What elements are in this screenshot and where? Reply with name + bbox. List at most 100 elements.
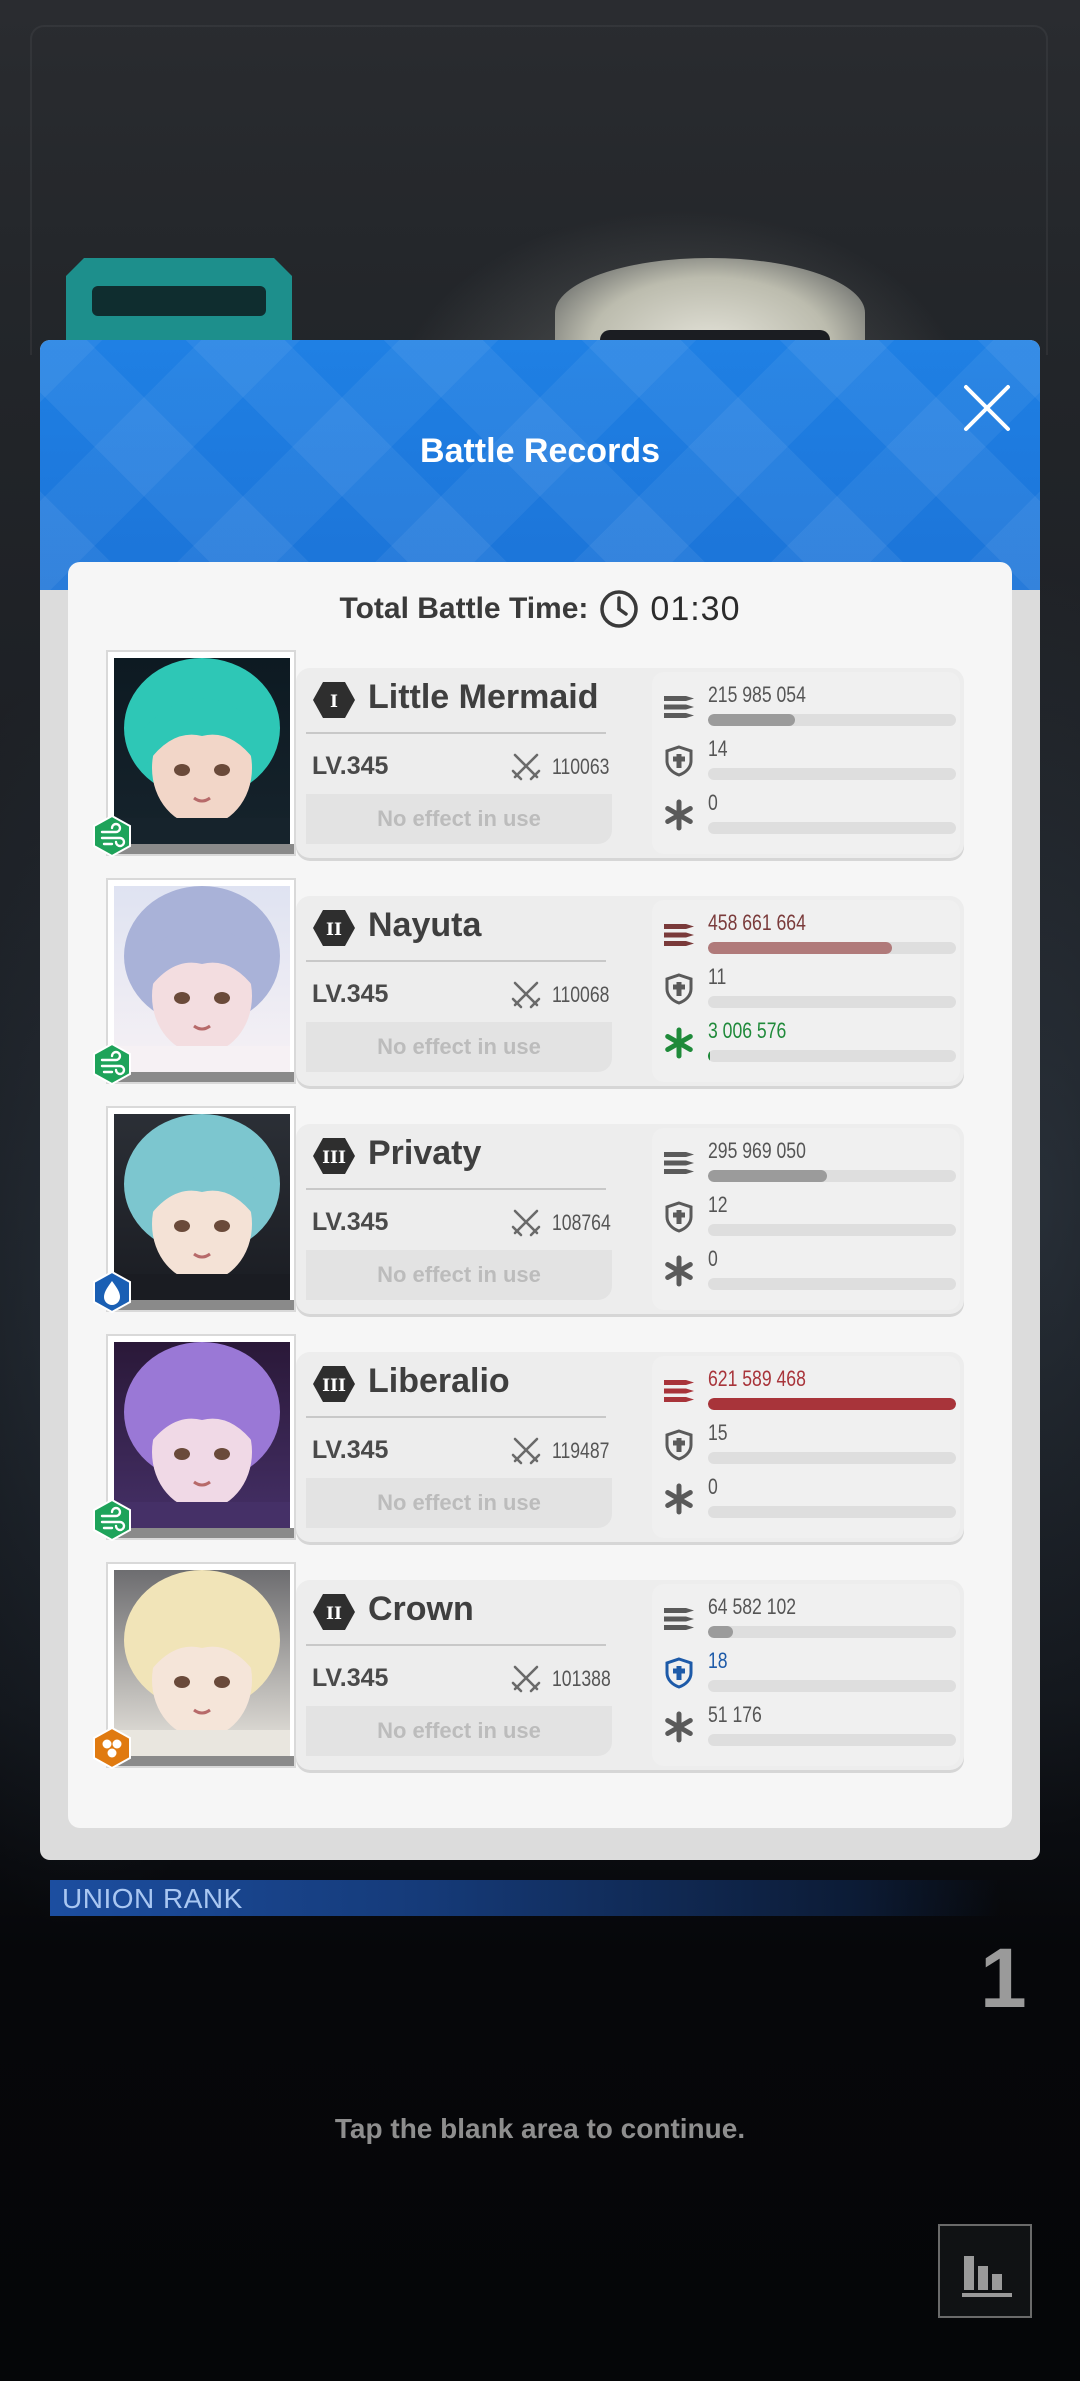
effect-status: No effect in use	[306, 1706, 612, 1756]
damage-stat: 295 969 050	[652, 1136, 960, 1186]
name-divider	[306, 1644, 606, 1646]
shield-value: 18	[708, 1648, 728, 1673]
shield-stat: 18	[652, 1646, 960, 1696]
shield-bar	[708, 1224, 956, 1236]
character-image	[114, 1114, 290, 1300]
heal-bar	[708, 1278, 956, 1290]
character-level: LV.345	[312, 752, 389, 780]
record-card: 458 661 664 11 3 006 576 II Nayuta LV.34…	[93, 878, 968, 1090]
damage-bar	[708, 1170, 956, 1182]
portrait-bar	[108, 1528, 294, 1538]
bar-chart-icon	[962, 2256, 1012, 2297]
crossed-swords-icon	[511, 1209, 541, 1237]
shield-icon	[665, 1429, 693, 1461]
shield-stat: 12	[652, 1190, 960, 1240]
heal-stat: 0	[652, 788, 960, 838]
close-button[interactable]	[952, 373, 1022, 443]
shield-value: 15	[708, 1420, 728, 1445]
wind-element-icon	[93, 1042, 131, 1086]
combat-power: 110063	[552, 754, 610, 779]
wind-element-icon	[93, 1498, 131, 1542]
shield-value: 14	[708, 736, 728, 761]
damage-stat: 64 582 102	[652, 1592, 960, 1642]
name-divider	[306, 1188, 606, 1190]
character-image	[114, 1570, 290, 1756]
damage-bar	[708, 1626, 956, 1638]
damage-stat: 621 589 468	[652, 1364, 960, 1414]
character-level: LV.345	[312, 1664, 389, 1692]
heal-icon	[665, 1711, 693, 1743]
svg-text:I: I	[330, 692, 338, 712]
total-time-value: 01:30	[650, 589, 741, 628]
effect-status: No effect in use	[306, 794, 612, 844]
damage-value: 458 661 664	[708, 910, 806, 935]
close-icon	[964, 385, 1010, 431]
name-divider	[306, 1416, 606, 1418]
bullets-icon	[664, 924, 694, 946]
heal-icon	[665, 1483, 693, 1515]
burst-rank-icon: I	[313, 682, 355, 718]
water-element-icon	[93, 1270, 131, 1314]
burst-rank-icon: II	[313, 1594, 355, 1630]
damage-bar	[708, 714, 956, 726]
iron-element-icon	[93, 1726, 131, 1770]
character-portrait[interactable]	[106, 878, 296, 1084]
continue-hint[interactable]: Tap the blank area to continue.	[0, 2113, 1080, 2145]
heal-icon	[665, 799, 693, 831]
effect-status: No effect in use	[306, 1022, 612, 1072]
shield-icon	[665, 745, 693, 777]
burst-rank-icon: III	[313, 1366, 355, 1402]
character-portrait[interactable]	[106, 1562, 296, 1768]
crossed-swords-icon	[511, 981, 541, 1009]
union-rank-number: 1	[980, 1931, 1027, 2025]
character-name: Crown	[368, 1590, 474, 1628]
shield-value: 12	[708, 1192, 728, 1217]
crossed-swords-icon	[511, 1437, 541, 1465]
damage-stat: 458 661 664	[652, 908, 960, 958]
modal-title: Battle Records	[420, 432, 660, 470]
svg-text:II: II	[326, 1604, 342, 1624]
wind-element-icon	[93, 814, 131, 858]
shield-bar	[708, 996, 956, 1008]
character-portrait[interactable]	[106, 1334, 296, 1540]
heal-value: 3 006 576	[708, 1018, 787, 1043]
heal-bar	[708, 822, 956, 834]
burst-rank-icon: III	[313, 1138, 355, 1174]
shield-bar	[708, 1680, 956, 1692]
total-time-label: Total Battle Time:	[339, 592, 589, 625]
svg-text:III: III	[322, 1376, 346, 1396]
record-stats: 64 582 102 18 51 176	[652, 1584, 960, 1766]
shield-icon	[665, 1657, 693, 1689]
total-battle-time: Total Battle Time: 01:30	[68, 584, 1012, 634]
heal-icon	[665, 1027, 693, 1059]
damage-bar	[708, 942, 956, 954]
character-level: LV.345	[312, 1208, 389, 1236]
heal-stat: 0	[652, 1472, 960, 1522]
portrait-bar	[108, 1300, 294, 1310]
bullets-icon	[664, 696, 694, 718]
record-card: 295 969 050 12 0 III Privaty LV.345 1087…	[93, 1106, 968, 1318]
record-stats: 621 589 468 15 0	[652, 1356, 960, 1538]
bullets-icon	[664, 1608, 694, 1630]
record-card: 215 985 054 14 0 I Little Mermaid LV.345…	[93, 650, 968, 862]
battle-records-modal: Battle Records Total Battle Time: 01:30	[40, 340, 1040, 1860]
name-divider	[306, 960, 606, 962]
heal-stat: 51 176	[652, 1700, 960, 1750]
combat-power: 110068	[552, 982, 610, 1007]
portrait-bar	[108, 1072, 294, 1082]
bullets-icon	[664, 1152, 694, 1174]
damage-value: 295 969 050	[708, 1138, 806, 1163]
character-portrait[interactable]	[106, 1106, 296, 1312]
records-panel: Total Battle Time: 01:30 215 985 054 14 …	[68, 562, 1012, 1828]
heal-bar	[708, 1050, 956, 1062]
damage-value: 621 589 468	[708, 1366, 806, 1391]
shield-stat: 14	[652, 734, 960, 784]
effect-status: No effect in use	[306, 1250, 612, 1300]
character-portrait[interactable]	[106, 650, 296, 856]
statistics-button[interactable]	[938, 2224, 1032, 2318]
character-name: Liberalio	[368, 1362, 510, 1400]
heal-value: 0	[708, 1474, 718, 1499]
background-tag-decoration	[66, 258, 292, 342]
combat-power: 101388	[552, 1666, 611, 1691]
union-rank-bar: UNION RANK	[50, 1880, 1000, 1916]
